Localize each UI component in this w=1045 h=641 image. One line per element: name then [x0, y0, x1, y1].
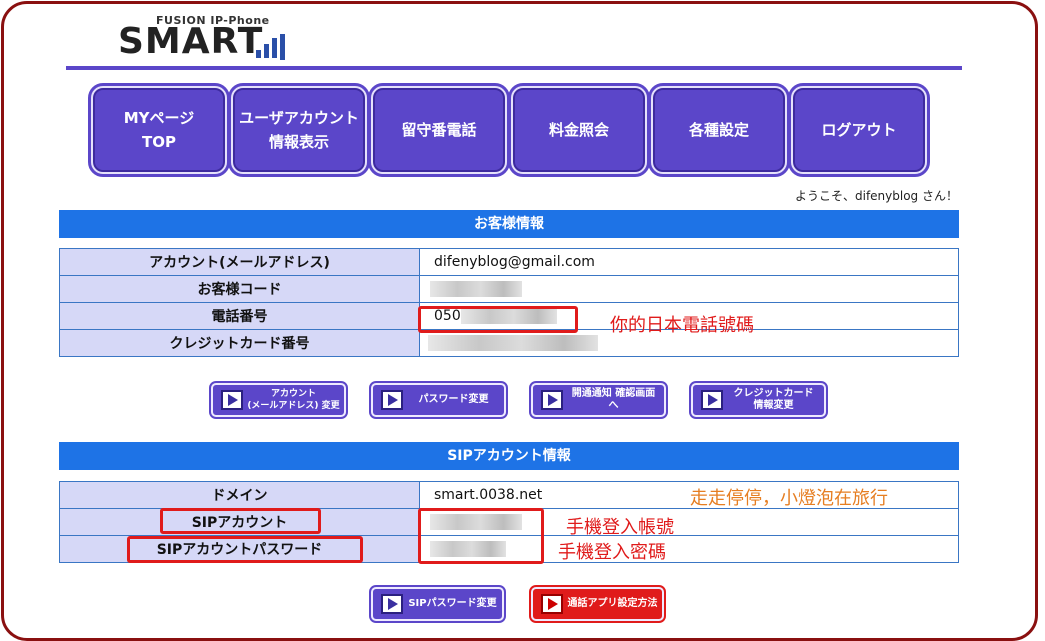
play-icon [381, 390, 403, 410]
smart-logo[interactable]: FUSION IP-Phone SMART [118, 12, 298, 62]
sip-info-header: SIPアカウント情報 [59, 442, 959, 470]
credit-card-label: クレジットカード番号 [59, 329, 420, 357]
main-nav: MYページ TOP ユーザアカウント 情報表示 留守番電話 料金照会 各種設定 … [88, 83, 934, 178]
domain-label: ドメイン [59, 481, 420, 509]
nav-settings[interactable]: 各種設定 [648, 83, 790, 177]
header-divider [66, 66, 962, 70]
account-email-value: difenyblog@gmail.com [419, 248, 959, 276]
change-account-email-button[interactable]: アカウント (メールアドレス) 変更 [209, 381, 348, 419]
sip-account-highlight [160, 508, 321, 534]
signal-bars-icon [256, 34, 286, 60]
logo-title: SMART [118, 21, 264, 62]
customer-info-table: アカウント(メールアドレス) difenyblog@gmail.com お客様コ… [59, 248, 959, 357]
play-icon [221, 390, 243, 410]
nav-user-account[interactable]: ユーザアカウント 情報表示 [228, 83, 370, 177]
welcome-text: ようこそ、difenyblog さん！ [795, 189, 958, 203]
nav-voicemail[interactable]: 留守番電話 [368, 83, 510, 177]
nav-logout[interactable]: ログアウト [788, 83, 930, 177]
customer-code-value [419, 275, 959, 303]
phone-annotation: 你的日本電話號碼 [610, 315, 754, 336]
table-row: アカウント(メールアドレス) difenyblog@gmail.com [59, 248, 959, 276]
table-row: お客様コード [59, 275, 959, 303]
account-annotation: 手機登入帳號 [566, 517, 674, 538]
customer-info-header: お客様情報 [59, 210, 959, 238]
play-icon [701, 390, 723, 410]
change-credit-card-button[interactable]: クレジットカード 情報変更 [689, 381, 828, 419]
play-icon [541, 390, 563, 410]
redacted-customer-code [430, 281, 522, 297]
play-icon [381, 594, 403, 614]
sip-credentials-highlight [418, 508, 544, 564]
redacted-credit-card [428, 335, 598, 351]
phone-number-label: 電話番号 [59, 302, 420, 330]
call-app-setup-button[interactable]: 通話アプリ設定方法 [529, 585, 666, 623]
blog-annotation: 走走停停，小燈泡在旅行 [690, 488, 888, 509]
table-row: クレジットカード番号 [59, 329, 959, 357]
nav-mypage-top[interactable]: MYページ TOP [88, 83, 230, 177]
sip-password-highlight [127, 536, 363, 563]
phone-number-highlight [418, 306, 578, 333]
nav-billing[interactable]: 料金照会 [508, 83, 650, 177]
change-sip-password-button[interactable]: SIPパスワード変更 [369, 585, 506, 623]
play-icon [541, 594, 563, 614]
account-email-label: アカウント(メールアドレス) [59, 248, 420, 276]
customer-code-label: お客様コード [59, 275, 420, 303]
change-password-button[interactable]: パスワード変更 [369, 381, 508, 419]
password-annotation: 手機登入密碼 [558, 542, 666, 563]
activation-notice-button[interactable]: 開通通知 確認画面へ [529, 381, 668, 419]
